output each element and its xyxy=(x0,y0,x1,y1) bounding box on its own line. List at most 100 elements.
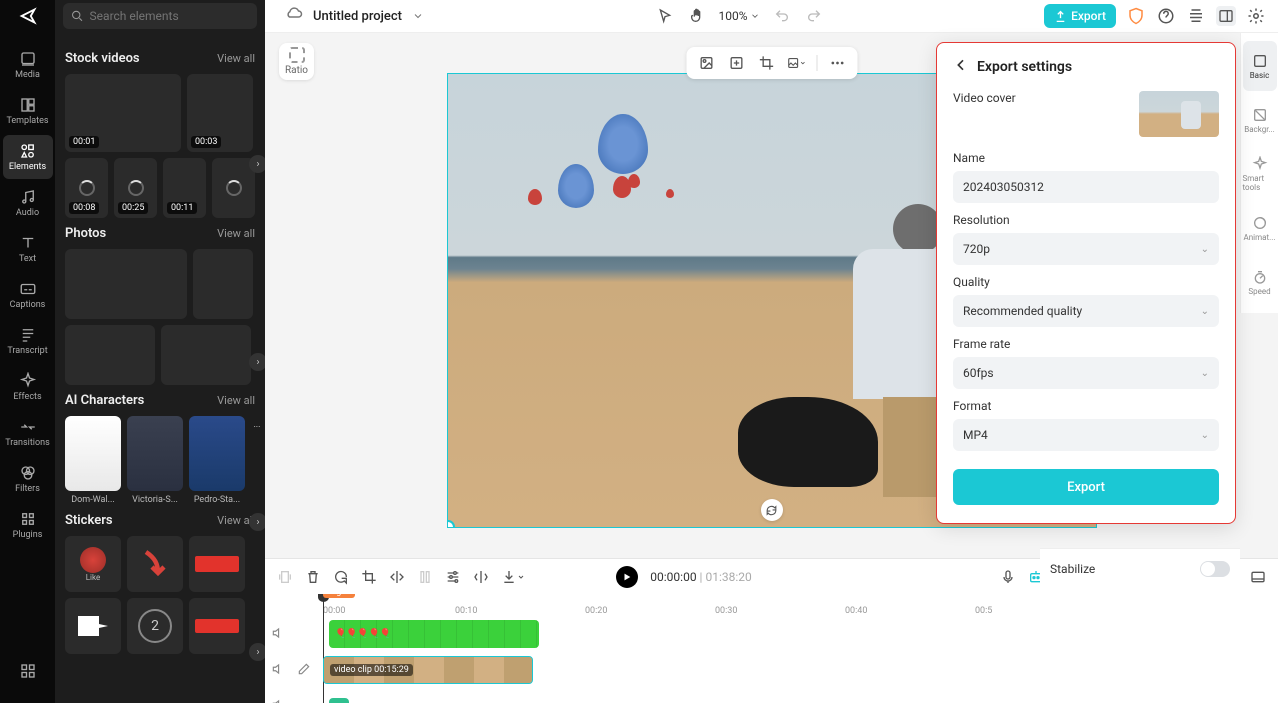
track-mute-icon[interactable] xyxy=(271,661,291,680)
ai-char-item[interactable]: Dom-Wal... xyxy=(65,416,121,505)
chevron-down-icon[interactable] xyxy=(412,7,424,26)
project-title[interactable]: Untitled project xyxy=(313,9,402,24)
export-button-top[interactable]: Export xyxy=(1044,4,1116,28)
photo-thumb[interactable] xyxy=(193,249,253,319)
sticker-arrow[interactable] xyxy=(127,536,183,592)
scroll-right-icon[interactable]: › xyxy=(249,155,265,173)
framerate-label: Frame rate xyxy=(953,337,1219,351)
pointer-tool-icon[interactable] xyxy=(655,6,675,26)
stock-thumb[interactable]: 00:01 xyxy=(65,74,181,152)
sticker-subscribe[interactable] xyxy=(189,536,245,592)
side-tab-animation[interactable]: Animat... xyxy=(1243,203,1277,253)
hand-tool-icon[interactable] xyxy=(687,6,707,26)
photo-thumb[interactable] xyxy=(65,325,155,385)
canvas-trim-handle[interactable] xyxy=(447,520,455,528)
view-all-stock[interactable]: View all xyxy=(217,52,255,65)
panel-toggle-icon[interactable] xyxy=(1216,6,1236,26)
back-icon[interactable] xyxy=(953,57,969,77)
side-tab-speed[interactable]: Speed xyxy=(1243,257,1277,307)
app-logo[interactable] xyxy=(0,0,55,33)
zoom-percent[interactable]: 100% xyxy=(719,9,760,23)
side-tab-basic[interactable]: Basic xyxy=(1243,41,1277,91)
rail-media[interactable]: Media xyxy=(3,43,53,87)
track-mute-icon[interactable] xyxy=(271,625,291,644)
sticker-point[interactable] xyxy=(65,598,121,654)
ratio-button[interactable]: Ratio xyxy=(279,43,314,80)
timeline-tracks[interactable]: 1 gre 00:00 00:10 00:20 00:30 00:40 00:5… xyxy=(265,594,1278,703)
settings-gear-icon[interactable] xyxy=(1246,6,1266,26)
refresh-canvas-icon[interactable] xyxy=(761,499,783,521)
stabilize-toggle[interactable] xyxy=(1200,561,1230,577)
scroll-right-icon[interactable]: › xyxy=(249,513,265,531)
playhead[interactable] xyxy=(323,594,324,703)
mirror-icon[interactable] xyxy=(389,569,405,585)
video-clip[interactable]: video clip 00:15:29 xyxy=(323,656,533,684)
rail-templates[interactable]: Templates xyxy=(3,89,53,133)
download-icon[interactable] xyxy=(501,569,525,585)
view-all-photos[interactable]: View all xyxy=(217,227,255,240)
effects-clip[interactable]: 🎈🎈🎈🎈🎈 xyxy=(329,620,539,648)
quality-select[interactable]: Recommended quality⌄ xyxy=(953,295,1219,327)
timeline-ruler[interactable]: 00:00 00:10 00:20 00:30 00:40 00:5 xyxy=(265,596,1278,616)
scroll-right-icon[interactable]: › xyxy=(249,643,265,661)
sticker-countdown[interactable]: 2 xyxy=(127,598,183,654)
stock-thumb[interactable]: 00:25 xyxy=(114,158,157,218)
rail-transitions[interactable]: Transitions xyxy=(3,411,53,455)
rail-text[interactable]: Text xyxy=(3,227,53,271)
rail-plugins[interactable]: Plugins xyxy=(3,503,53,547)
name-input[interactable] xyxy=(953,171,1219,203)
queue-icon[interactable] xyxy=(1186,6,1206,26)
layout-icon[interactable] xyxy=(1250,569,1266,585)
more-icon[interactable] xyxy=(827,53,847,73)
format-select[interactable]: MP4⌄ xyxy=(953,419,1219,451)
marker-label[interactable]: 1 gre xyxy=(323,594,355,598)
delete-icon[interactable] xyxy=(305,569,321,585)
track-mute-icon[interactable] xyxy=(271,697,291,703)
rotate-icon[interactable] xyxy=(333,569,349,585)
add-media-icon[interactable] xyxy=(726,53,746,73)
crop-timeline-icon[interactable] xyxy=(361,569,377,585)
photo-thumb[interactable] xyxy=(161,325,251,385)
rail-captions[interactable]: Captions xyxy=(3,273,53,317)
audio-clip[interactable] xyxy=(329,698,349,703)
help-icon[interactable] xyxy=(1156,6,1176,26)
stock-thumb[interactable]: 00:03 xyxy=(187,74,253,152)
search-field[interactable] xyxy=(90,9,249,23)
redo-icon[interactable] xyxy=(804,6,824,26)
crop-icon[interactable] xyxy=(756,53,776,73)
rail-more-icon[interactable] xyxy=(3,649,53,693)
rail-transcript[interactable]: Transcript xyxy=(3,319,53,363)
side-tab-background[interactable]: Backgr... xyxy=(1243,95,1277,145)
stock-thumb[interactable]: 00:11 xyxy=(163,158,206,218)
rail-filters[interactable]: Filters xyxy=(3,457,53,501)
replace-icon[interactable] xyxy=(696,53,716,73)
play-button[interactable] xyxy=(616,566,638,588)
rail-audio[interactable]: Audio xyxy=(3,181,53,225)
resolution-select[interactable]: 720p⌄ xyxy=(953,233,1219,265)
freeze-icon[interactable] xyxy=(417,569,433,585)
sticker-follow[interactable] xyxy=(189,598,245,654)
adjust-icon[interactable] xyxy=(445,569,461,585)
split-icon[interactable] xyxy=(473,569,489,585)
undo-icon[interactable] xyxy=(772,6,792,26)
ai-char-item[interactable]: Victoria-S... xyxy=(127,416,183,505)
shield-icon[interactable] xyxy=(1126,6,1146,26)
side-tab-smart-tools[interactable]: Smart tools xyxy=(1243,149,1277,199)
photo-thumb[interactable] xyxy=(65,249,187,319)
view-all-ai[interactable]: View all xyxy=(217,394,255,407)
selection-tool-icon[interactable] xyxy=(277,569,293,585)
chevron-down-icon: ⌄ xyxy=(1201,368,1209,379)
video-cover-thumb[interactable] xyxy=(1139,91,1219,137)
scroll-right-icon[interactable]: › xyxy=(249,353,265,371)
rail-elements[interactable]: Elements xyxy=(3,135,53,179)
image-swap-icon[interactable] xyxy=(786,53,806,73)
framerate-select[interactable]: 60fps⌄ xyxy=(953,357,1219,389)
stock-thumb[interactable]: 00:08 xyxy=(65,158,108,218)
ai-char-item[interactable]: ... xyxy=(251,416,263,505)
export-button[interactable]: Export xyxy=(953,469,1219,505)
sticker-like[interactable]: Like xyxy=(65,536,121,592)
mic-icon[interactable] xyxy=(1000,569,1016,585)
rail-effects[interactable]: Effects xyxy=(3,365,53,409)
search-elements-input[interactable] xyxy=(63,3,257,29)
track-edit-icon[interactable] xyxy=(297,661,317,680)
